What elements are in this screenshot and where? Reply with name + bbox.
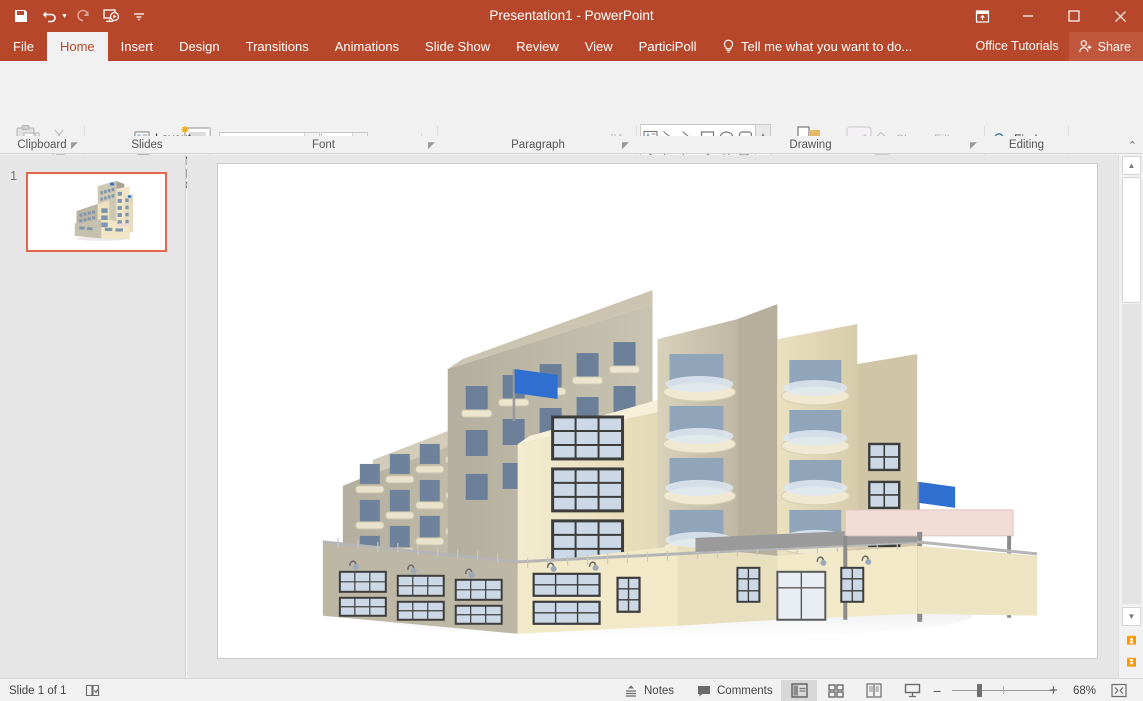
group-label-editing: Editing: [985, 136, 1068, 154]
reading-view-button[interactable]: [856, 680, 892, 701]
tab-design[interactable]: Design: [166, 32, 232, 61]
zoom-in-button[interactable]: +: [1049, 679, 1058, 701]
zoom-slider-tick: [1003, 686, 1004, 694]
tab-review[interactable]: Review: [503, 32, 572, 61]
maximize-button[interactable]: [1051, 0, 1097, 32]
paragraph-dialog-launcher[interactable]: ◤: [622, 140, 632, 150]
lightbulb-icon: [722, 39, 735, 54]
scroll-down-button[interactable]: ▼: [1122, 607, 1141, 626]
tab-insert[interactable]: Insert: [108, 32, 167, 61]
notes-label: Notes: [644, 685, 674, 697]
powerpoint-window: ▼ Presentation1 - PowerPoint: [0, 0, 1143, 701]
share-person-icon: [1078, 39, 1093, 54]
reading-view-icon: [866, 683, 882, 698]
tab-transitions[interactable]: Transitions: [233, 32, 322, 61]
group-label-drawing: Drawing: [637, 136, 984, 154]
previous-slide-button[interactable]: ⏫: [1122, 631, 1141, 650]
close-button[interactable]: [1097, 0, 1143, 32]
notes-icon: [624, 684, 638, 698]
slide-thumbnail-1[interactable]: [26, 172, 167, 252]
tell-me-text: Tell me what you want to do...: [741, 32, 912, 61]
comments-button[interactable]: Comments: [697, 679, 773, 701]
notes-button[interactable]: Notes: [624, 679, 674, 701]
drawing-dialog-launcher[interactable]: ◤: [970, 140, 980, 150]
ribbon-group-labels: Clipboard ◤ Slides Font ◤ Paragraph ◤ Dr…: [0, 136, 1143, 154]
tell-me-search[interactable]: Tell me what you want to do...: [722, 32, 912, 61]
slide-sorter-icon: [828, 684, 844, 698]
ribbon-tabs-bar: File Home Insert Design Transitions Anim…: [0, 32, 1143, 61]
tab-file[interactable]: File: [0, 32, 47, 61]
status-bar: Slide 1 of 1 Notes Comments: [0, 678, 1143, 701]
scroll-up-button[interactable]: ▲: [1122, 156, 1141, 175]
slide-editing-pane: [187, 155, 1118, 678]
title-bar: ▼ Presentation1 - PowerPoint: [0, 0, 1143, 32]
fit-to-window-button[interactable]: [1111, 679, 1127, 701]
slide-sorter-view-button[interactable]: [818, 680, 854, 701]
scrollbar-thumb[interactable]: [1122, 177, 1141, 303]
slide-show-view-button[interactable]: [894, 680, 930, 701]
thumbnail-building-image: [28, 174, 165, 250]
zoom-percentage[interactable]: 68%: [1073, 679, 1096, 701]
share-button[interactable]: Share: [1069, 32, 1143, 61]
comment-icon: [697, 684, 711, 698]
ribbon-right-controls: Office Tutorials Share: [966, 32, 1143, 61]
vertical-scrollbar[interactable]: ▲ ▼ ⏫ ⏬: [1118, 155, 1143, 678]
ribbon-tabs: File Home Insert Design Transitions Anim…: [0, 32, 709, 61]
slide-building-image: [218, 164, 1097, 658]
ribbon-display-options-icon[interactable]: [959, 0, 1005, 32]
normal-view-icon: [791, 683, 808, 698]
collapse-ribbon-button[interactable]: ⌃: [1128, 139, 1137, 152]
tab-view[interactable]: View: [572, 32, 626, 61]
group-label-paragraph: Paragraph: [440, 136, 636, 154]
group-label-slides: Slides: [85, 136, 209, 154]
tab-slide-show[interactable]: Slide Show: [412, 32, 503, 61]
slide-indicator[interactable]: Slide 1 of 1: [9, 679, 67, 701]
thumbnail-number: 1: [10, 168, 17, 183]
tab-participoll[interactable]: ParticiPoll: [626, 32, 710, 61]
tab-animations[interactable]: Animations: [322, 32, 412, 61]
normal-view-button[interactable]: [781, 680, 817, 701]
office-tutorials-link[interactable]: Office Tutorials: [966, 32, 1069, 61]
comments-label: Comments: [717, 685, 773, 697]
zoom-slider-handle[interactable]: [977, 684, 982, 697]
slide-show-icon: [904, 683, 921, 698]
font-dialog-launcher[interactable]: ◤: [428, 140, 438, 150]
spell-check-icon[interactable]: [85, 679, 101, 701]
slide-canvas[interactable]: [217, 163, 1098, 659]
clipboard-dialog-launcher[interactable]: ◤: [71, 140, 81, 150]
scrollbar-track[interactable]: [1122, 304, 1141, 604]
share-label: Share: [1098, 40, 1131, 54]
zoom-out-button[interactable]: −: [933, 679, 941, 701]
fit-slide-icon: [1111, 683, 1127, 698]
next-slide-button[interactable]: ⏬: [1122, 653, 1141, 672]
group-label-font: Font: [210, 136, 437, 154]
tab-home[interactable]: Home: [47, 32, 108, 61]
window-controls: [959, 0, 1143, 32]
minimize-button[interactable]: [1005, 0, 1051, 32]
